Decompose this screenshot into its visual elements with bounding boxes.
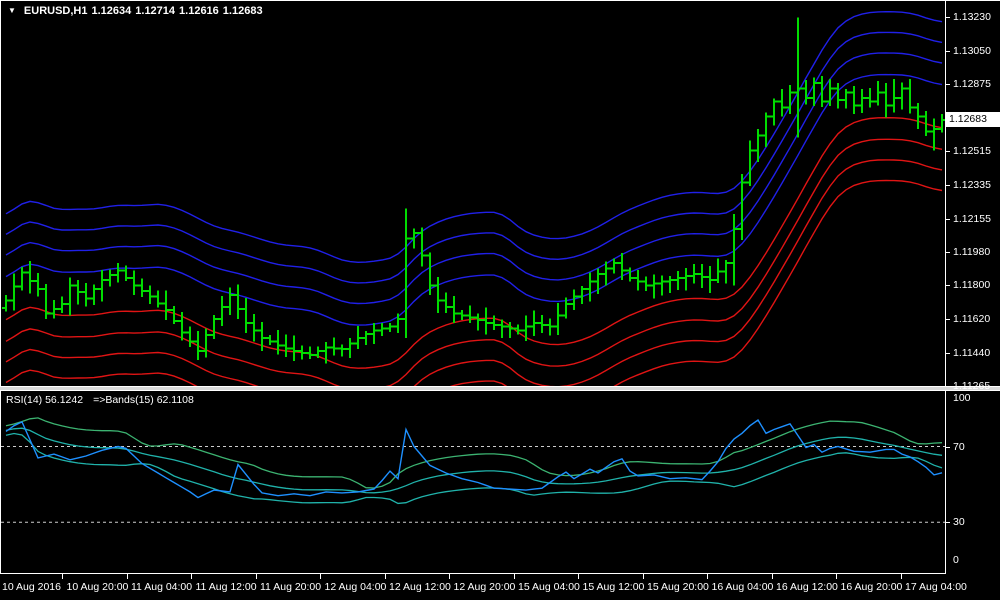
- price-axis-tick: [945, 319, 950, 320]
- price-axis-tick: [945, 84, 950, 85]
- symbol-period-label: EURUSD,H1: [24, 5, 88, 17]
- chart-window: ▼ EURUSD,H1 1.126341.12714 1.12616 1.12683 R…: [0, 0, 1000, 600]
- low-value: 1.12616: [179, 5, 219, 17]
- price-axis-line: [945, 0, 946, 573]
- time-axis-tick: [643, 573, 644, 579]
- time-axis-tick: [578, 573, 579, 579]
- time-axis-label: 17 Aug 04:00: [905, 581, 967, 593]
- time-axis-tick: [385, 573, 386, 579]
- current-price-tag: 1.12683: [946, 112, 1000, 127]
- time-axis-tick: [320, 573, 321, 579]
- time-axis-label: 15 Aug 04:00: [518, 581, 580, 593]
- price-axis-tick: [945, 219, 950, 220]
- indicator-label: RSI(14) 56.1242 =>Bands(15) 62.1108: [6, 394, 204, 406]
- rsi-axis-label: 70: [953, 441, 965, 453]
- time-axis-tick: [62, 573, 63, 579]
- time-axis-tick: [772, 573, 773, 579]
- time-axis-tick: [127, 573, 128, 579]
- time-axis-label: 16 Aug 04:00: [712, 581, 774, 593]
- price-axis-label: 1.12515: [953, 145, 991, 157]
- time-axis-label: 10 Aug 2016: [2, 581, 61, 593]
- time-axis-tick: [901, 573, 902, 579]
- rsi-axis-label: 30: [953, 516, 965, 528]
- time-axis-label: 11 Aug 20:00: [260, 581, 321, 593]
- time-axis-tick: [836, 573, 837, 579]
- time-axis-label: 12 Aug 12:00: [389, 581, 451, 593]
- time-axis-label: 11 Aug 12:00: [196, 581, 257, 593]
- time-axis-tick: [707, 573, 708, 579]
- price-axis-tick: [945, 185, 950, 186]
- price-axis-tick: [945, 17, 950, 18]
- chart-title: ▼ EURUSD,H1 1.126341.12714 1.12616 1.12683: [8, 5, 267, 17]
- time-axis-label: 16 Aug 12:00: [776, 581, 838, 593]
- time-axis-line: [0, 573, 946, 574]
- price-axis-label: 1.11980: [953, 246, 990, 258]
- time-axis-tick: [514, 573, 515, 579]
- price-axis-label: 1.12155: [953, 213, 991, 225]
- rsi-value-label: RSI(14) 56.1242: [6, 394, 83, 406]
- panel-separator[interactable]: [0, 386, 1000, 391]
- close-value: 1.12683: [223, 5, 263, 17]
- time-axis-label: 16 Aug 20:00: [841, 581, 903, 593]
- rsi-axis-tick: [945, 447, 950, 448]
- price-chart-canvas[interactable]: [1, 1, 945, 386]
- price-axis-tick: [945, 151, 950, 152]
- time-axis-label: 15 Aug 12:00: [583, 581, 645, 593]
- time-axis-tick: [256, 573, 257, 579]
- price-axis-tick: [945, 386, 950, 387]
- price-axis-label: 1.12875: [953, 78, 991, 90]
- price-axis-tick: [945, 285, 950, 286]
- price-axis-label: 1.11265: [953, 380, 990, 392]
- price-axis-label: 1.13230: [953, 11, 991, 23]
- price-axis-label: 1.11620: [953, 313, 990, 325]
- open-value: 1.12634: [92, 5, 132, 17]
- rsi-axis-tick: [945, 522, 950, 523]
- time-axis-label: 12 Aug 20:00: [454, 581, 516, 593]
- rsi-axis-label: 100: [953, 392, 971, 404]
- time-axis-tick: [449, 573, 450, 579]
- price-axis-label: 1.12335: [953, 179, 991, 191]
- price-axis-tick: [945, 51, 950, 52]
- price-axis-tick: [945, 353, 950, 354]
- top-border: [0, 0, 1000, 1]
- rsi-axis-label: 0: [953, 554, 959, 566]
- time-axis-tick: [191, 573, 192, 579]
- rsi-chart-canvas[interactable]: [1, 391, 945, 573]
- price-axis-tick: [945, 252, 950, 253]
- time-axis-label: 12 Aug 04:00: [325, 581, 387, 593]
- high-value: 1.12714: [135, 5, 175, 17]
- time-axis-label: 11 Aug 04:00: [131, 581, 192, 593]
- chevron-down-icon[interactable]: ▼: [8, 6, 16, 15]
- time-axis-label: 15 Aug 20:00: [647, 581, 709, 593]
- left-border: [0, 0, 1, 573]
- price-axis-label: 1.13050: [953, 45, 991, 57]
- price-axis-label: 1.11440: [953, 347, 990, 359]
- bands-value-label: =>Bands(15) 62.1108: [93, 394, 194, 406]
- price-axis-label: 1.11800: [953, 279, 990, 291]
- time-axis-label: 10 Aug 20:00: [67, 581, 129, 593]
